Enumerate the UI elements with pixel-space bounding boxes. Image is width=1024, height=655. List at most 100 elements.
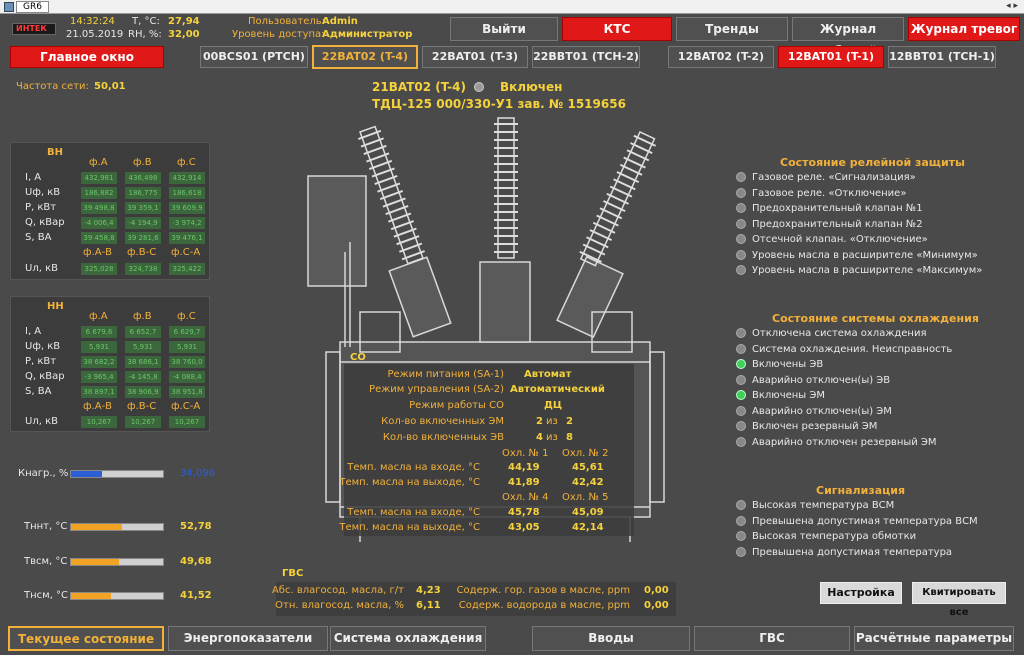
status-indicator-icon	[736, 421, 746, 431]
ack-all-button[interactable]: Квитировать все	[912, 582, 1006, 618]
relay-protection-item: Предохранительный клапан №1	[736, 203, 923, 218]
status-indicator-icon	[736, 405, 746, 416]
vn-cell: 39 281,6	[125, 232, 161, 244]
transformer-state-dot	[474, 82, 484, 92]
cooling-state-label: Включен резервный ЭМ	[752, 421, 878, 432]
tab-current-state[interactable]: Текущее состояние	[8, 626, 164, 651]
gvs-h2-value: 0,00	[644, 600, 669, 611]
gvs-h2-label: Содерж. водорода в масле, ppm	[458, 600, 630, 611]
tab-bushings[interactable]: Вводы	[532, 626, 690, 651]
tab-energy[interactable]: Энергопоказатели	[168, 626, 328, 651]
nn-row-label: P, кВт	[25, 356, 57, 367]
access-label: Уровень доступа:	[232, 29, 325, 40]
tab-12bat02[interactable]: 12BAT02 (T-2)	[668, 46, 774, 68]
relay-protection-label: Уровень масла в расширителе «Минимум»	[752, 249, 978, 261]
transformer-model: ТДЦ-125 000/330-У1 зав. № 1519656	[372, 97, 626, 111]
transformer-state: Включен	[500, 80, 563, 94]
cooling-state-label: Аварийно отключен резервный ЭМ	[752, 436, 937, 448]
nn-title: НН	[47, 301, 64, 312]
status-indicator-icon	[736, 515, 746, 526]
tab-gvs[interactable]: ГВС	[694, 626, 850, 651]
relay-protection-item: Газовое реле. «Сигнализация»	[736, 172, 916, 187]
relay-protection-title: Состояние релейной защиты	[780, 156, 966, 169]
vn-cell: 432,981	[81, 172, 117, 184]
oil-in-value: 45,09	[572, 507, 604, 518]
alarms-log-button[interactable]: Журнал тревог	[908, 17, 1020, 41]
nn-cell: 6 679,6	[81, 326, 117, 338]
tab-12bbt01[interactable]: 12BBT01 (TCH-1)	[888, 46, 996, 68]
tab-22bbt01[interactable]: 22BBT01 (TCH-2)	[532, 46, 640, 68]
relay-protection-label: Предохранительный клапан №1	[752, 203, 923, 214]
nn-row-label: Q, кВар	[25, 371, 65, 382]
vn-cell: 186,882	[81, 187, 117, 199]
relay-protection-label: Отсечной клапан. «Отключение»	[752, 234, 928, 245]
tvsm-bar-fill	[71, 559, 119, 565]
status-indicator-icon	[736, 546, 746, 557]
signaling-item: Высокая температура ВСМ	[736, 500, 894, 515]
relay-protection-item: Предохранительный клапан №2	[736, 218, 923, 234]
cooling-state-item: Отключена система охлаждения	[736, 328, 926, 343]
window-tab[interactable]: GR6	[16, 1, 49, 13]
nn-ul-label: Uл, кВ	[25, 416, 58, 427]
em-count-label: Кол-во включенных ЭМ	[381, 416, 504, 427]
status-indicator-icon	[736, 436, 746, 447]
settings-button[interactable]: Настройка	[820, 582, 902, 604]
ev-count-value: 4	[536, 432, 543, 443]
ev-count-of: из	[546, 432, 558, 443]
tnnt-value: 52,78	[180, 521, 212, 532]
cooling-state-label: Включены ЭВ	[752, 359, 824, 370]
kts-button[interactable]: КТС	[562, 17, 672, 41]
gvs-rel-label: Отн. влагосод. масла, %	[275, 600, 404, 611]
nn-cell: 5,931	[169, 341, 205, 353]
cooling-state-label: Отключена система охлаждения	[752, 328, 927, 339]
tab-22bat01[interactable]: 22BAT01 (T-3)	[422, 46, 528, 68]
relay-protection-list: Газовое реле. «Сигнализация» Газовое реле…	[736, 172, 1016, 282]
vn-cell: 325,028	[81, 263, 117, 275]
nn-cell: -4 145,8	[125, 371, 161, 383]
vn-cell: -4 194,9	[125, 217, 161, 229]
tab-00bcs01[interactable]: 00BCS01 (PTCH)	[200, 46, 308, 68]
signaling-label: Превышена допустимая температура	[752, 546, 953, 558]
cooling-state-item: Аварийно отключен(ы) ЭМ	[736, 405, 892, 421]
frequency-value: 50,01	[94, 81, 126, 92]
status-indicator-icon	[736, 218, 746, 229]
signaling-item: Превышена допустимая температура ВСМ	[736, 515, 978, 531]
tab-calculated-params[interactable]: Расчётные параметры	[854, 626, 1014, 651]
relay-protection-label: Газовое реле. «Сигнализация»	[752, 172, 916, 183]
status-indicator-icon	[736, 531, 746, 541]
oil-in-label: Темп. масла на входе, °C	[347, 462, 480, 473]
cooler-5-header: Охл. № 5	[562, 492, 609, 503]
tab-cooling-system[interactable]: Система охлаждения	[330, 626, 486, 651]
vn-row-label: P, кВт	[25, 202, 57, 213]
logo: ИНТЕК	[12, 23, 56, 35]
main-window-button[interactable]: Главное окно	[10, 46, 164, 68]
ev-count-label: Кол-во включенных ЭВ	[382, 432, 504, 443]
gvs-abs-value: 4,23	[416, 585, 441, 596]
tnnt-bar-fill	[71, 524, 122, 530]
vn-col-b: ф.В	[133, 157, 152, 168]
co-row-value: Автомат	[524, 369, 572, 380]
nn-cell: 38 760,0	[169, 356, 205, 368]
vn-cell: 39 359,1	[125, 202, 161, 214]
tab-22bat02[interactable]: 22BAT02 (T-4)	[312, 45, 418, 69]
relay-protection-item: Уровень масла в расширителе «Минимум»	[736, 249, 978, 265]
nn-cell: 38 897,1	[81, 386, 117, 398]
oil-out-label: Темп. масла на выходе, °C	[339, 522, 480, 533]
vn-col-a: ф.А	[89, 157, 108, 168]
status-indicator-icon	[736, 249, 746, 260]
tab-12bat01[interactable]: 12BAT01 (T-1)	[778, 46, 884, 68]
cooling-state-item: Включен резервный ЭМ	[736, 421, 877, 436]
exit-button[interactable]: Выйти	[450, 17, 558, 41]
vn-row-label: S, ВА	[25, 232, 52, 243]
co-row-value: ДЦ	[544, 400, 563, 411]
vn-cell: 324,738	[125, 263, 161, 275]
vn-title: ВН	[47, 147, 63, 158]
status-indicator-icon	[736, 374, 746, 385]
trends-button[interactable]: Тренды	[676, 17, 788, 41]
tnnt-bar	[70, 523, 164, 531]
signaling-item: Высокая температура обмотки	[736, 531, 916, 546]
events-log-button[interactable]: Журнал событий	[792, 17, 904, 58]
tab-scroll-arrows-icon[interactable]: ◂ ▸	[1006, 1, 1018, 11]
load-bar-fill	[71, 471, 103, 477]
vn-cell: 436,498	[125, 172, 161, 184]
